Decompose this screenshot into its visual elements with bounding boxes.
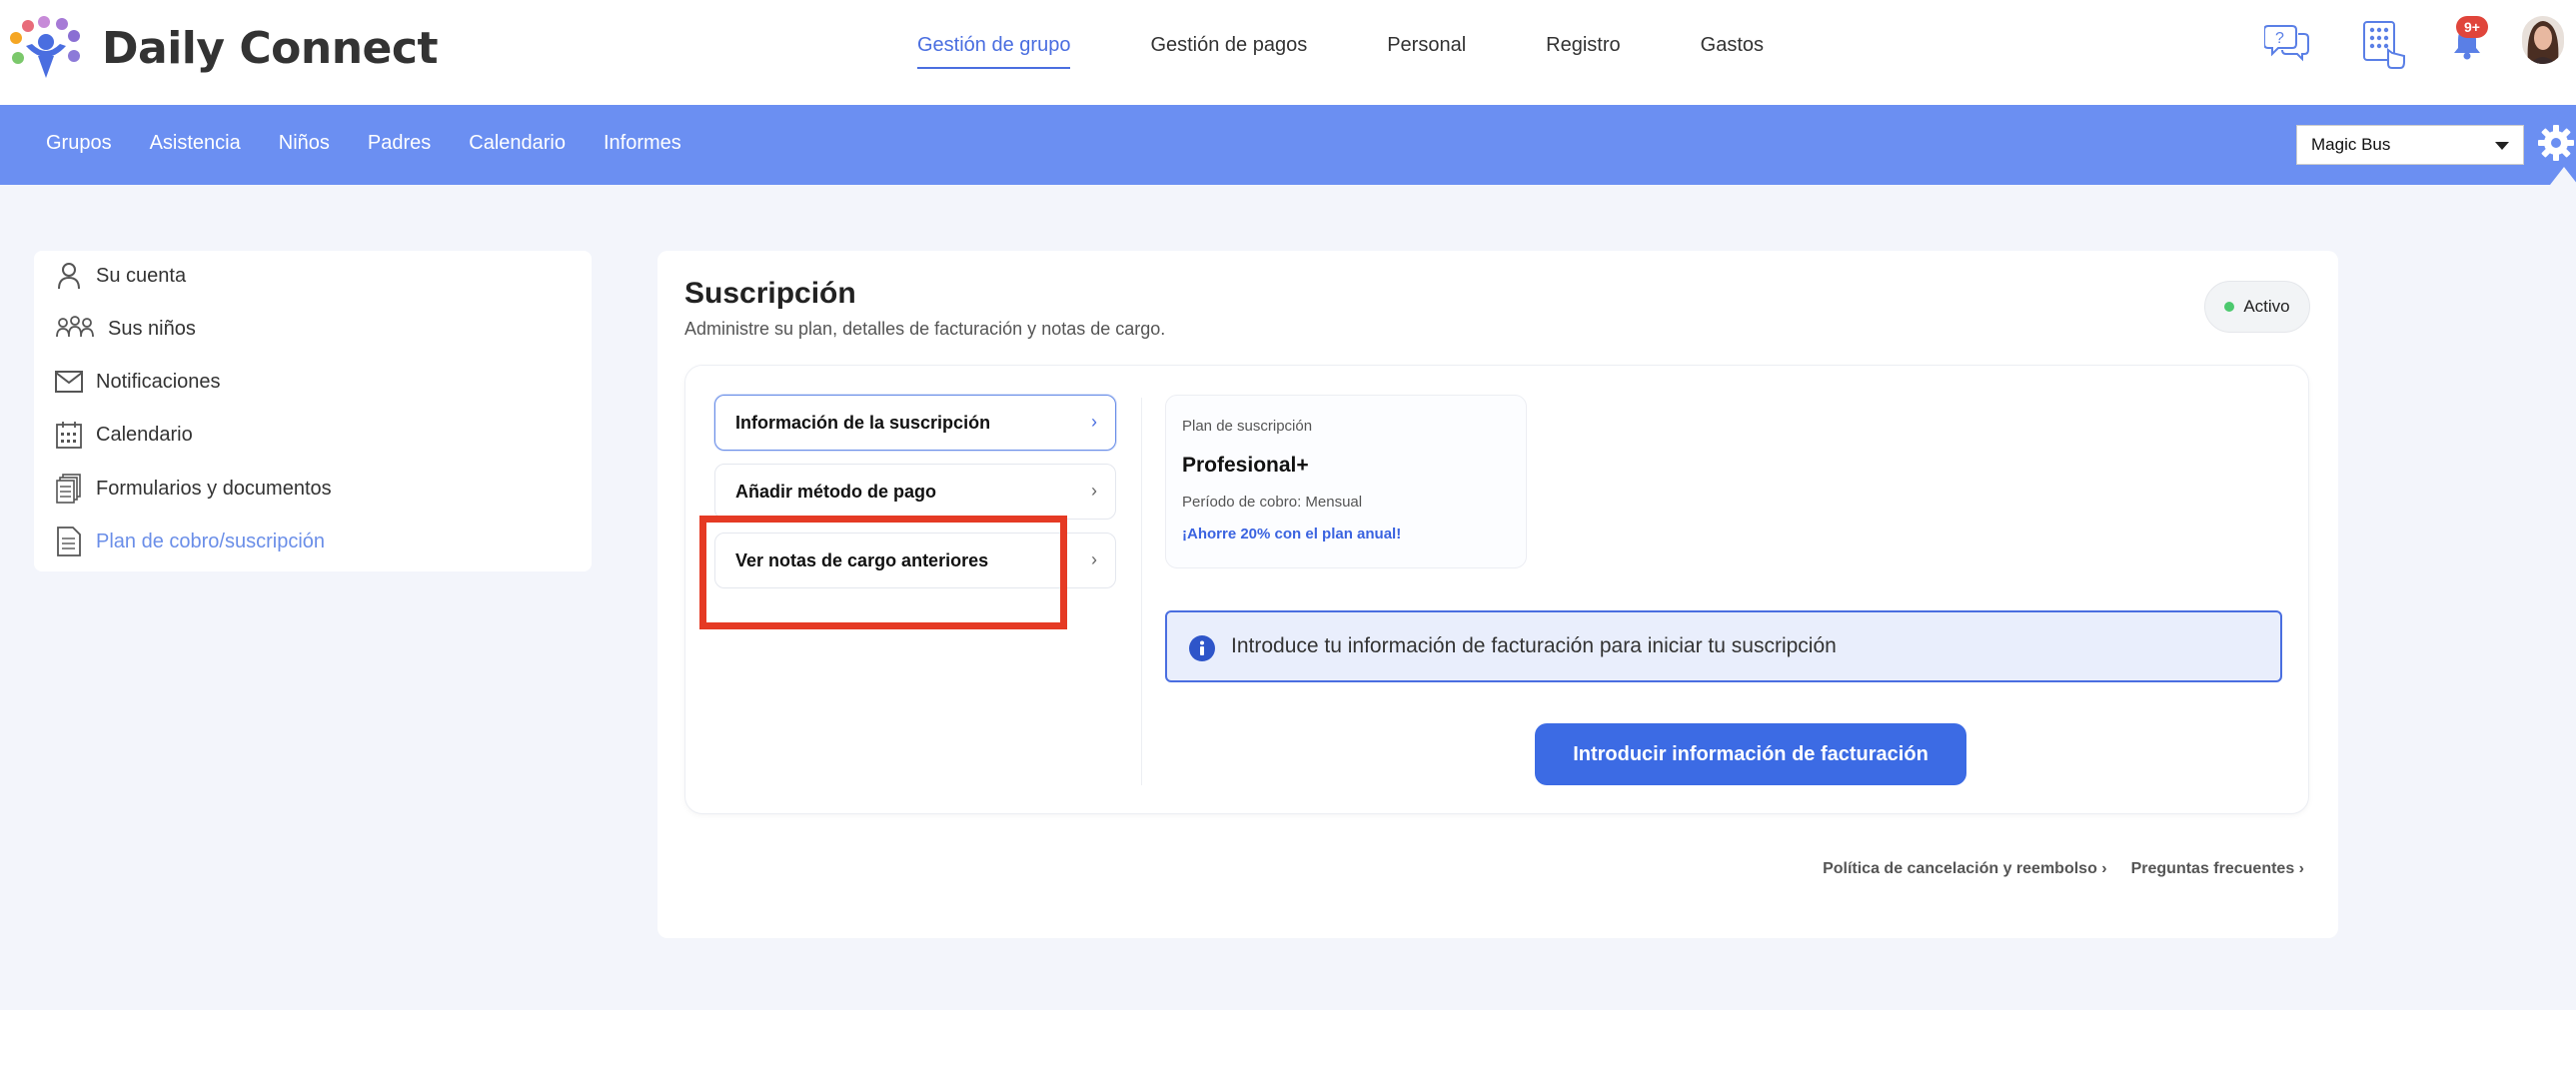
plan-card: Plan de suscripción Profesional+ Período… [1165, 395, 1527, 568]
center-select[interactable]: Magic Bus [2296, 125, 2524, 165]
notification-badge: 9+ [2456, 16, 2488, 38]
children-icon [54, 314, 96, 344]
sub-nav: Grupos Asistencia Niños Padres Calendari… [46, 132, 719, 155]
cancellation-policy-link[interactable]: Política de cancelación y reembolso › [1823, 860, 2107, 878]
status-badge: Activo [2204, 281, 2310, 333]
sidebar-item-notificaciones[interactable]: Notificaciones [54, 367, 221, 397]
sidebar-item-label: Formularios y documentos [96, 477, 332, 500]
plan-name: Profesional+ [1182, 454, 1309, 477]
sub-nav-calendario[interactable]: Calendario [469, 132, 566, 155]
chevron-right-icon: › [1091, 549, 1097, 569]
enter-billing-info-button[interactable]: Introducir información de facturación [1535, 723, 1966, 785]
sub-nav-informes[interactable]: Informes [604, 132, 681, 155]
user-icon [54, 261, 84, 291]
menu-subscription-info[interactable]: Información de la suscripción › [714, 395, 1116, 451]
keypad-icon[interactable] [2362, 20, 2406, 70]
app-logo[interactable]: Daily Connect [8, 16, 439, 80]
sub-nav-bar: Grupos Asistencia Niños Padres Calendari… [0, 105, 2576, 185]
footer-links: Política de cancelación y reembolso › Pr… [1799, 860, 2304, 878]
menu-label: Añadir método de pago [735, 481, 937, 502]
svg-text:?: ? [2275, 30, 2284, 47]
sidebar-item-formularios[interactable]: Formularios y documentos [54, 474, 332, 504]
menu-label: Información de la suscripción [735, 412, 991, 433]
document-icon [54, 527, 84, 556]
top-nav-personal[interactable]: Personal [1387, 34, 1466, 69]
sidebar-item-plan-de-cobro[interactable]: Plan de cobro/suscripción [54, 527, 325, 556]
sidebar-item-su-cuenta[interactable]: Su cuenta [54, 261, 186, 291]
faq-link[interactable]: Preguntas frecuentes › [2131, 860, 2304, 878]
top-bar: Daily Connect Gestión de grupo Gestión d… [0, 0, 2576, 105]
top-nav-registro[interactable]: Registro [1546, 34, 1620, 69]
center-select-value: Magic Bus [2311, 135, 2391, 154]
menu-view-past-invoices[interactable]: Ver notas de cargo anteriores › [714, 533, 1116, 588]
sidebar-item-label: Calendario [96, 423, 193, 446]
menu-add-payment-method[interactable]: Añadir método de pago › [714, 464, 1116, 520]
sidebar-item-label: Plan de cobro/suscripción [96, 530, 326, 552]
calendar-icon [54, 420, 84, 450]
chevron-right-icon: › [1091, 412, 1097, 432]
daily-connect-logo-icon [10, 16, 80, 78]
status-dot-icon [2224, 302, 2235, 312]
documents-icon [54, 474, 84, 504]
panel-divider [1141, 398, 1142, 785]
top-nav-gestion-de-pagos[interactable]: Gestión de pagos [1150, 34, 1307, 69]
sidebar-item-label: Su cuenta [96, 264, 187, 287]
sub-nav-padres[interactable]: Padres [368, 132, 431, 155]
billing-info-message: Introduce tu información de facturación … [1231, 634, 1837, 657]
sub-nav-ninos[interactable]: Niños [279, 132, 330, 155]
plan-period: Período de cobro: Mensual [1182, 494, 1363, 511]
subscription-panel: Información de la suscripción › Añadir m… [684, 365, 2309, 814]
user-avatar[interactable] [2522, 16, 2564, 64]
top-nav: Gestión de grupo Gestión de pagos Person… [917, 34, 1844, 69]
page-subtitle: Administre su plan, detalles de facturac… [684, 319, 1166, 339]
status-label: Activo [2243, 297, 2290, 316]
chevron-right-icon: › [1091, 481, 1097, 501]
info-icon [1189, 635, 1215, 661]
settings-pointer [2550, 167, 2576, 185]
plan-label: Plan de suscripción [1182, 418, 1313, 435]
billing-info-alert: Introduce tu información de facturación … [1165, 610, 2282, 682]
top-nav-gestion-de-grupo[interactable]: Gestión de grupo [917, 34, 1071, 69]
sidebar-item-sus-ninos[interactable]: Sus niños [54, 314, 196, 344]
sub-nav-grupos[interactable]: Grupos [46, 132, 112, 155]
sidebar-item-calendario[interactable]: Calendario [54, 420, 193, 450]
app-name: Daily Connect [102, 22, 439, 74]
gear-icon[interactable] [2536, 123, 2576, 163]
sub-nav-asistencia[interactable]: Asistencia [150, 132, 241, 155]
sidebar-item-label: Notificaciones [96, 370, 221, 393]
menu-label: Ver notas de cargo anteriores [735, 549, 989, 570]
sidebar-item-label: Sus niños [108, 317, 196, 340]
account-sidebar: Su cuenta Sus niños Notificaciones Calen… [34, 251, 592, 571]
page-title: Suscripción [684, 277, 856, 310]
top-nav-gastos[interactable]: Gastos [1701, 34, 1764, 69]
subscription-card: Suscripción Administre su plan, detalles… [657, 251, 2338, 938]
mail-icon [54, 367, 84, 397]
chevron-down-icon [2495, 142, 2509, 150]
plan-annual-savings-link[interactable]: ¡Ahorre 20% con el plan anual! [1182, 526, 1401, 542]
chat-help-icon[interactable]: ? [2264, 22, 2310, 62]
